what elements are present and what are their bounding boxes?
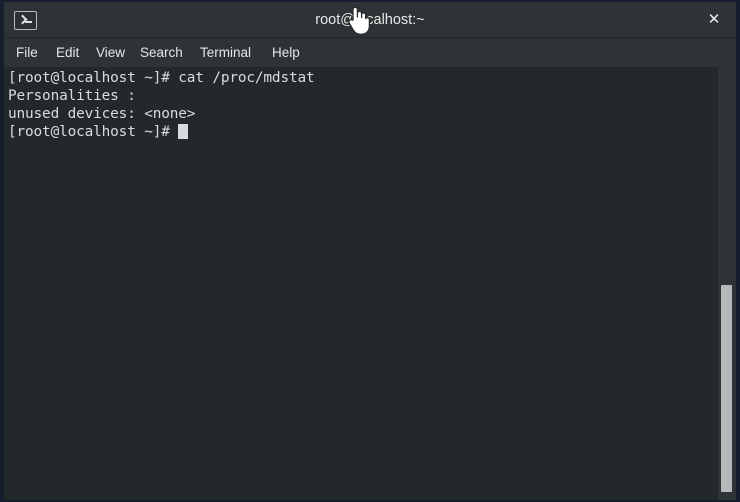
terminal-line: [root@localhost ~]# cat /proc/mdstat [8, 70, 315, 86]
terminal-window: root@localhost:~ ✕ File Edit View Search… [0, 0, 740, 502]
menu-item-help[interactable]: Help [272, 38, 300, 67]
terminal-line: Personalities : [8, 88, 145, 104]
window-title: root@localhost:~ [315, 12, 425, 28]
text-cursor [178, 124, 188, 139]
scrollbar[interactable] [718, 67, 736, 500]
window-border-right [736, 0, 740, 502]
menu-item-file[interactable]: File [16, 38, 38, 67]
terminal-output-area[interactable]: [root@localhost ~]# cat /proc/mdstat Per… [4, 67, 718, 500]
window-border-top [0, 0, 740, 2]
menu-bar: File Edit View Search Terminal Help [4, 38, 736, 67]
window-border-left [0, 0, 4, 502]
close-icon[interactable]: ✕ [698, 2, 730, 38]
title-bar[interactable]: root@localhost:~ ✕ [4, 2, 736, 38]
menu-item-terminal[interactable]: Terminal [200, 38, 251, 67]
scrollbar-thumb[interactable] [721, 285, 732, 492]
menu-item-view[interactable]: View [96, 38, 125, 67]
terminal-line: unused devices: <none> [8, 106, 196, 122]
menu-item-edit[interactable]: Edit [56, 38, 79, 67]
terminal-prompt: [root@localhost ~]# [8, 124, 179, 140]
menu-item-search[interactable]: Search [140, 38, 183, 67]
terminal-line-with-cursor: [root@localhost ~]# [8, 123, 714, 141]
terminal-text: [root@localhost ~]# cat /proc/mdstat Per… [8, 69, 714, 141]
